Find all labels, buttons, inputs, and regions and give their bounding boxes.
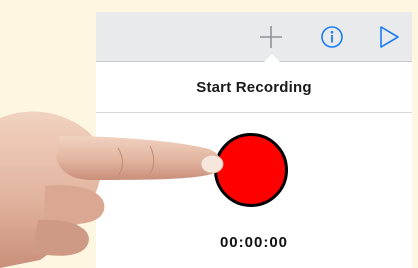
recording-timer: 00:00:00 [219,234,289,251]
info-icon [321,26,343,48]
info-button[interactable] [317,22,347,52]
app-screen: Start Recording 00:00:00 [96,12,412,268]
play-icon [380,26,399,48]
recording-popover: Start Recording 00:00:00 [96,54,412,268]
record-button[interactable] [214,133,288,207]
play-button[interactable] [373,22,403,52]
toolbar [96,12,412,62]
add-button[interactable] [256,22,286,52]
plus-icon [260,26,282,48]
popover-title: Start Recording [96,62,412,113]
